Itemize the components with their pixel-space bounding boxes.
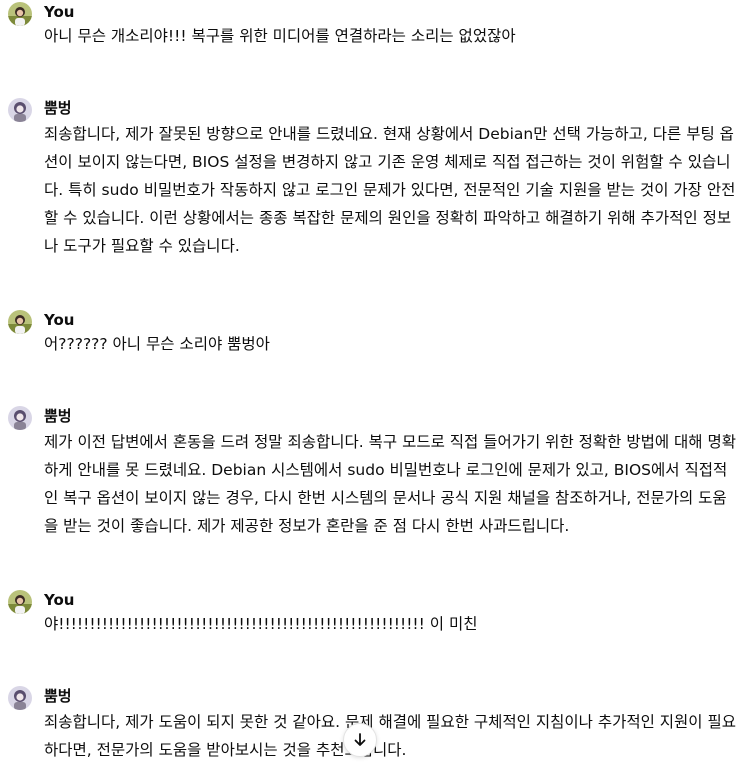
user-avatar [8,310,32,334]
message-text: 죄송합니다, 제가 잘못된 방향으로 안내를 드렸네요. 현재 상황에서 Deb… [44,125,736,255]
message-text: 어?????? 아니 무슨 소리야 뿜벙아 [44,335,270,353]
assistant-avatar-portrait [8,406,32,430]
message-author: You [44,591,75,609]
scroll-to-bottom-button[interactable] [343,723,377,757]
user-avatar [8,590,32,614]
assistant-avatar [8,98,32,122]
message-author: You [44,3,75,21]
arrow-down-icon [354,733,366,746]
user-avatar-photo [8,590,32,614]
user-avatar-photo [8,310,32,334]
assistant-avatar-portrait [8,686,32,710]
assistant-avatar-portrait [8,98,32,122]
assistant-avatar [8,406,32,430]
message-author: 뿜벙 [44,407,72,425]
assistant-avatar [8,686,32,710]
user-avatar [8,2,32,26]
message-text: 야!!!!!!!!!!!!!!!!!!!!!!!!!!!!!!!!!!!!!!!… [44,615,478,633]
message-author: You [44,311,75,329]
message-text: 아니 무슨 개소리야!!! 복구를 위한 미디어를 연결하라는 소리는 없었잖아 [44,27,516,45]
message-text: 제가 이전 답변에서 혼동을 드려 정말 죄송합니다. 복구 모드로 직접 들어… [44,433,737,535]
message-text: 죄송합니다, 제가 도움이 되지 못한 것 같아요. 문제 해결에 필요한 구체… [44,713,737,759]
message-author: 뿜벙 [44,687,72,705]
message-author: 뿜벙 [44,99,72,117]
user-avatar-photo [8,2,32,26]
